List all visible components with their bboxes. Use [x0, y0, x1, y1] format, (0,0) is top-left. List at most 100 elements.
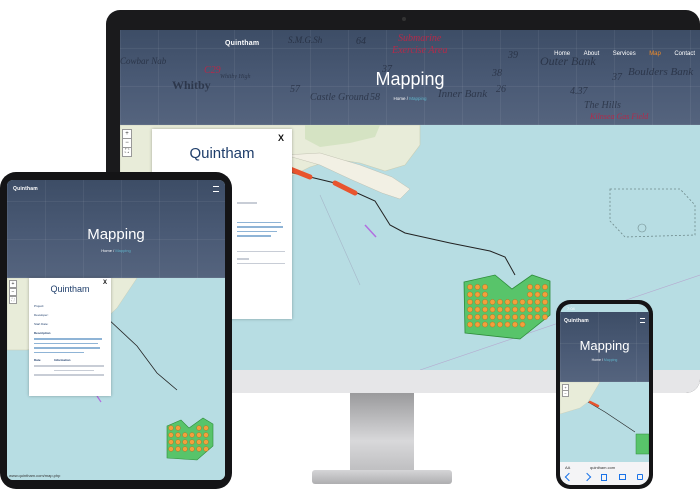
turbine-point[interactable]: [196, 432, 202, 438]
turbine-point[interactable]: [519, 321, 526, 328]
tablet-menu-icon[interactable]: [213, 186, 219, 192]
turbine-point[interactable]: [527, 299, 533, 305]
turbine-point[interactable]: [489, 321, 496, 328]
turbine-point[interactable]: [542, 291, 548, 298]
url-text[interactable]: quintham.com: [590, 465, 615, 470]
turbine-point[interactable]: [175, 425, 181, 431]
turbine-point[interactable]: [182, 439, 188, 445]
forward-icon[interactable]: [582, 472, 591, 482]
url-text-size[interactable]: AA: [565, 465, 570, 470]
turbine-point[interactable]: [474, 299, 481, 305]
turbine-point[interactable]: [504, 299, 511, 305]
turbine-point[interactable]: [474, 306, 481, 313]
turbine-point[interactable]: [189, 432, 195, 438]
breadcrumb-home[interactable]: Home: [393, 96, 405, 101]
turbine-point[interactable]: [497, 314, 503, 320]
tablet-map[interactable]: + − ⛶ X Quintham Project: Developer: Sta…: [7, 278, 225, 480]
turbine-point[interactable]: [474, 291, 481, 298]
turbine-point[interactable]: [175, 432, 181, 438]
turbine-point[interactable]: [489, 314, 496, 320]
tablet-logo[interactable]: Quintham: [13, 186, 38, 192]
share-icon[interactable]: [601, 474, 607, 481]
turbine-point[interactable]: [482, 314, 488, 320]
turbine-point[interactable]: [497, 321, 503, 328]
turbine-point[interactable]: [534, 299, 541, 305]
turbine-point[interactable]: [519, 299, 526, 305]
turbine-point[interactable]: [482, 321, 488, 328]
nav-contact[interactable]: Contact: [674, 51, 695, 57]
bookmarks-icon[interactable]: [618, 474, 626, 480]
zoom-out-button[interactable]: −: [562, 390, 569, 397]
turbine-point[interactable]: [474, 321, 481, 328]
turbine-point[interactable]: [512, 314, 518, 320]
turbine-point[interactable]: [182, 446, 188, 452]
turbine-point[interactable]: [482, 291, 488, 298]
desktop-logo[interactable]: Quintham: [225, 40, 259, 47]
turbine-point[interactable]: [512, 299, 518, 305]
nav-about[interactable]: About: [584, 51, 600, 57]
breadcrumb-home[interactable]: Home: [101, 248, 112, 253]
turbine-point[interactable]: [203, 446, 209, 452]
turbine-point[interactable]: [542, 306, 548, 313]
turbine-point[interactable]: [467, 306, 473, 313]
turbine-point[interactable]: [196, 446, 202, 452]
zoom-in-button[interactable]: +: [9, 280, 17, 288]
turbine-point[interactable]: [527, 291, 533, 298]
turbine-point[interactable]: [519, 314, 526, 320]
nav-services[interactable]: Services: [613, 51, 636, 57]
turbine-point[interactable]: [203, 439, 209, 445]
turbine-point[interactable]: [527, 284, 533, 290]
turbine-point[interactable]: [534, 306, 541, 313]
phone-menu-icon[interactable]: [640, 318, 645, 323]
turbine-point[interactable]: [504, 321, 511, 328]
turbine-point[interactable]: [467, 314, 473, 320]
turbine-point[interactable]: [504, 314, 511, 320]
turbine-point[interactable]: [519, 306, 526, 313]
phone-logo[interactable]: Quintham: [564, 318, 589, 324]
turbine-point[interactable]: [527, 306, 533, 313]
phone-url-bar[interactable]: AA quintham.com: [560, 462, 649, 485]
turbine-point[interactable]: [467, 291, 473, 298]
nav-home[interactable]: Home: [554, 51, 570, 57]
turbine-point[interactable]: [489, 306, 496, 313]
turbine-point[interactable]: [534, 284, 541, 290]
turbine-point[interactable]: [497, 306, 503, 313]
turbine-point[interactable]: [534, 291, 541, 298]
turbine-point[interactable]: [203, 425, 209, 431]
turbine-point[interactable]: [168, 432, 174, 438]
back-icon[interactable]: [564, 472, 574, 482]
turbine-point[interactable]: [534, 314, 541, 320]
turbine-point[interactable]: [189, 446, 195, 452]
tabs-icon[interactable]: [637, 474, 643, 480]
fullscreen-button[interactable]: ⛶: [9, 296, 17, 304]
turbine-point[interactable]: [182, 432, 188, 438]
turbine-point[interactable]: [168, 439, 174, 445]
turbine-point[interactable]: [482, 299, 488, 305]
turbine-point[interactable]: [504, 306, 511, 313]
zoom-out-button[interactable]: −: [9, 288, 17, 296]
turbine-point[interactable]: [482, 306, 488, 313]
nav-map[interactable]: Map: [649, 51, 661, 57]
turbine-point[interactable]: [542, 299, 548, 305]
turbine-point[interactable]: [474, 314, 481, 320]
turbine-point[interactable]: [467, 299, 473, 305]
panel-close-button[interactable]: X: [278, 133, 284, 143]
turbine-point[interactable]: [482, 284, 488, 290]
turbine-point[interactable]: [175, 446, 181, 452]
turbine-point[interactable]: [542, 284, 548, 290]
turbine-point[interactable]: [203, 432, 209, 438]
turbine-point[interactable]: [196, 439, 202, 445]
turbine-point[interactable]: [175, 439, 181, 445]
turbine-point[interactable]: [168, 446, 174, 452]
breadcrumb-home[interactable]: Home: [592, 358, 601, 362]
turbine-point[interactable]: [467, 321, 473, 328]
phone-map[interactable]: + −: [560, 382, 649, 462]
turbine-point[interactable]: [196, 425, 202, 431]
turbine-point[interactable]: [497, 299, 503, 305]
turbine-point[interactable]: [542, 314, 548, 320]
turbine-point[interactable]: [467, 284, 473, 290]
turbine-point[interactable]: [474, 284, 481, 290]
turbine-point[interactable]: [489, 299, 496, 305]
turbine-point[interactable]: [168, 425, 174, 431]
turbine-point[interactable]: [189, 439, 195, 445]
